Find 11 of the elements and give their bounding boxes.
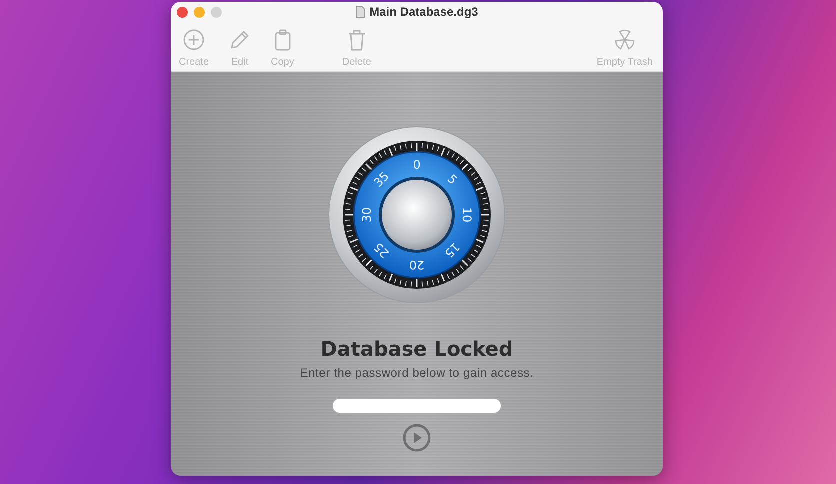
dial-number: 35 (371, 169, 392, 190)
dial-number: 25 (371, 240, 392, 261)
lock-instructions: Enter the password below to gain access. (300, 366, 534, 380)
dial-number: 5 (444, 172, 460, 188)
dial-number: 15 (442, 240, 463, 261)
lock-heading: Database Locked (320, 337, 514, 361)
dial-number: 30 (360, 207, 374, 223)
dial-number: 20 (409, 258, 425, 272)
dial-number: 10 (460, 207, 474, 223)
window-title: Main Database.dg3 (370, 5, 478, 19)
dial-number: 0 (413, 158, 421, 172)
